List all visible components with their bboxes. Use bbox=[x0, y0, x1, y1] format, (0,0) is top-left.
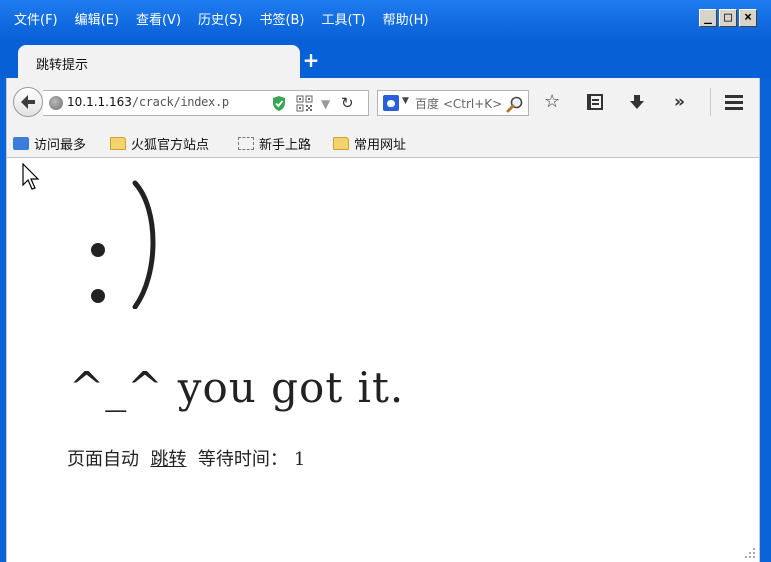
page-icon bbox=[238, 137, 254, 150]
url-text[interactable]: 10.1.1.163/crack/index.p bbox=[67, 95, 229, 109]
toolbar-separator bbox=[710, 88, 711, 116]
new-tab-button[interactable]: + bbox=[300, 49, 322, 71]
smiley-eye bbox=[91, 289, 105, 303]
menu-bar: 文件(F) 编辑(E) 查看(V) 历史(S) 书签(B) 工具(T) 帮助(H… bbox=[14, 9, 429, 28]
wait-seconds: 1 bbox=[293, 449, 306, 470]
smiley-mouth bbox=[132, 180, 156, 309]
url-bar[interactable]: 10.1.1.163/crack/index.p ▼ ↻ bbox=[43, 90, 369, 116]
minimize-button[interactable]: _ bbox=[699, 9, 717, 27]
search-engine-dropdown-icon[interactable]: ▼ bbox=[402, 96, 409, 106]
magnifier-icon[interactable] bbox=[506, 95, 524, 113]
star-icon[interactable]: ☆ bbox=[544, 92, 560, 112]
back-button[interactable] bbox=[13, 87, 43, 117]
menu-bookmarks[interactable]: 书签(B) bbox=[259, 9, 304, 28]
tab-title: 跳转提示 bbox=[36, 58, 89, 73]
window-titlebar: 文件(F) 编辑(E) 查看(V) 历史(S) 书签(B) 工具(T) 帮助(H… bbox=[0, 0, 771, 40]
redirect-link[interactable]: 跳转 bbox=[150, 449, 186, 470]
menu-edit[interactable]: 编辑(E) bbox=[75, 9, 119, 28]
bookmark-firefox-official[interactable]: 火狐官方站点 bbox=[110, 134, 209, 153]
menu-history[interactable]: 历史(S) bbox=[198, 9, 242, 28]
url-host: 10.1.1.163 bbox=[67, 95, 132, 109]
bookmark-label: 常用网址 bbox=[354, 138, 407, 153]
reload-icon[interactable]: ↻ bbox=[341, 94, 354, 112]
url-dropdown-icon[interactable]: ▼ bbox=[321, 97, 330, 111]
menu-view[interactable]: 查看(V) bbox=[136, 9, 181, 28]
bookmarks-bar: 访问最多 火狐官方站点 新手上路 常用网址 bbox=[6, 126, 760, 158]
window-controls: _ □ × bbox=[699, 9, 757, 27]
close-button[interactable]: × bbox=[739, 9, 757, 27]
bookmark-label: 火狐官方站点 bbox=[131, 138, 210, 153]
tab-strip: 跳转提示 + bbox=[0, 40, 771, 78]
folder-icon bbox=[110, 137, 126, 150]
wait-label: 等待时间： bbox=[197, 449, 288, 470]
tab-active[interactable]: 跳转提示 bbox=[18, 45, 300, 78]
redirect-notice: 页面自动 跳转 等待时间： 1 bbox=[67, 445, 305, 471]
chevron-double-right-icon[interactable]: » bbox=[674, 92, 685, 112]
back-arrow-icon bbox=[21, 95, 35, 109]
bookmark-getting-started[interactable]: 新手上路 bbox=[238, 134, 311, 153]
menu-file[interactable]: 文件(F) bbox=[14, 9, 58, 28]
qr-code-icon[interactable] bbox=[296, 95, 313, 112]
redirect-prefix: 页面自动 bbox=[67, 449, 139, 470]
search-placeholder: 百度 <Ctrl+K> bbox=[415, 97, 501, 111]
bookmark-label: 新手上路 bbox=[259, 138, 312, 153]
menu-icon[interactable] bbox=[724, 93, 744, 111]
resize-grip-icon[interactable] bbox=[744, 547, 756, 559]
url-path: /crack/index.p bbox=[131, 95, 229, 109]
folder-icon bbox=[333, 137, 349, 150]
bookmark-most-visited[interactable]: 访问最多 bbox=[13, 134, 86, 153]
search-bar[interactable]: ▼ 百度 <Ctrl+K> bbox=[377, 90, 529, 116]
mouse-cursor-icon bbox=[22, 163, 40, 190]
shield-check-icon[interactable] bbox=[271, 95, 287, 112]
nav-toolbar: 10.1.1.163/crack/index.p ▼ ↻ ▼ 百度 <Ctrl+… bbox=[6, 78, 760, 126]
reading-list-icon[interactable] bbox=[586, 93, 604, 111]
page-content: ^_^ you got it. 页面自动 跳转 等待时间： 1 bbox=[6, 158, 760, 562]
baidu-paw-icon[interactable] bbox=[383, 95, 399, 111]
menu-tools[interactable]: 工具(T) bbox=[322, 9, 366, 28]
download-arrow-icon[interactable] bbox=[628, 93, 646, 111]
bookmark-common-sites[interactable]: 常用网址 bbox=[333, 134, 406, 153]
smart-folder-icon bbox=[13, 137, 29, 150]
maximize-button[interactable]: □ bbox=[719, 9, 737, 27]
bookmark-label: 访问最多 bbox=[34, 138, 87, 153]
globe-icon bbox=[49, 96, 63, 110]
menu-help[interactable]: 帮助(H) bbox=[383, 9, 429, 28]
smiley-eye bbox=[91, 243, 105, 257]
success-message: ^_^ you got it. bbox=[69, 363, 405, 412]
